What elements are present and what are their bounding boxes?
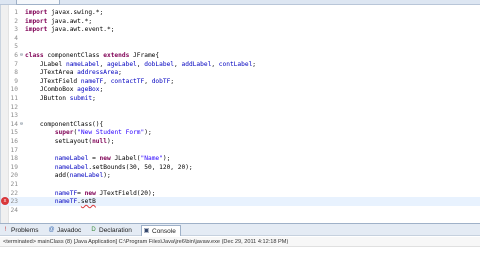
problems-icon: ! <box>4 227 7 233</box>
console-status: <terminated> mainClass (8) [Java Applica… <box>0 237 480 247</box>
tab-problems[interactable]: ! Problems <box>1 225 45 236</box>
code-editor[interactable]: 1 import javax.swing.*; 2 import java.awt.*… <box>0 5 480 223</box>
tab-label: Problems <box>11 227 39 234</box>
tab-console[interactable]: ▣ Console <box>141 225 181 236</box>
tab-javadoc[interactable]: @ Javadoc <box>47 225 87 236</box>
console-output[interactable] <box>0 247 480 270</box>
line-number: 24 <box>10 206 18 214</box>
javadoc-icon: @ <box>48 227 55 233</box>
code-line[interactable]: 24 <box>1 206 480 215</box>
declaration-icon: D <box>91 227 96 233</box>
console-icon: ▣ <box>143 228 150 234</box>
error-marker-icon[interactable]: x <box>1 197 9 206</box>
tab-label: Console <box>152 228 176 235</box>
tab-declaration[interactable]: D Declaration <box>89 225 139 236</box>
tab-label: Declaration <box>99 227 132 234</box>
views-tab-bar: ! Problems @ Javadoc D Declaration ▣ Console <box>0 223 480 236</box>
tab-label: Javadoc <box>57 227 82 234</box>
